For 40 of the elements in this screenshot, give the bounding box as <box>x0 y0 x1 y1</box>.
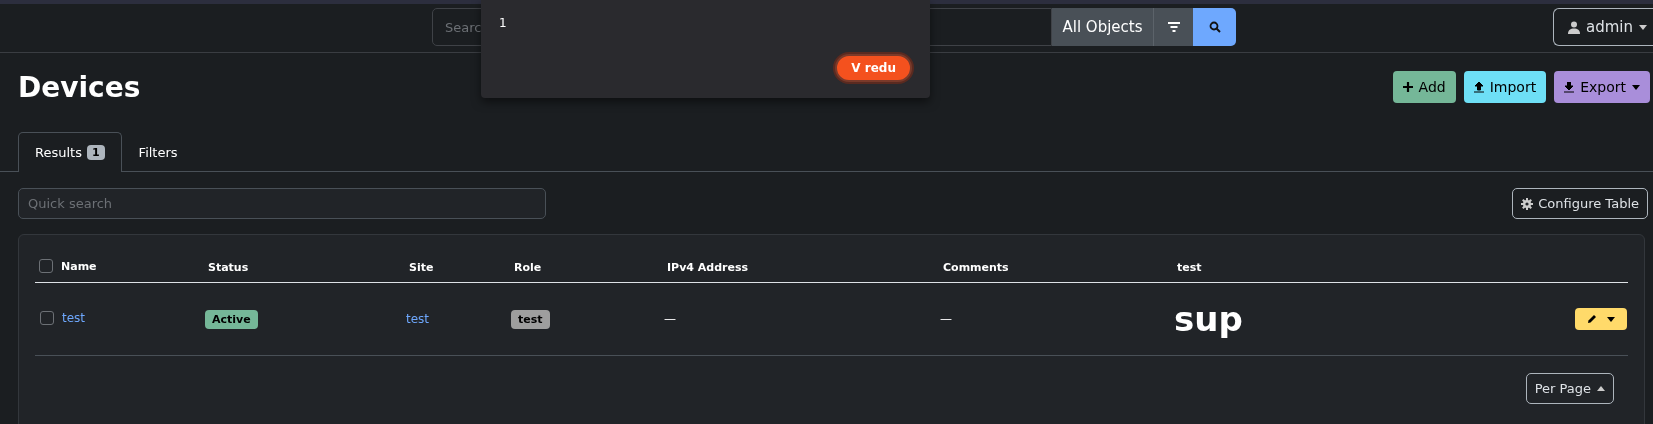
tab[interactable]: Results 1 <box>18 132 122 172</box>
status-badge: Active <box>205 310 258 329</box>
user-icon <box>1568 20 1580 34</box>
search-icon <box>1208 21 1221 33</box>
configure-table-button[interactable]: Configure Table <box>1512 188 1648 219</box>
column-header: Status <box>208 261 249 274</box>
column-header: test <box>1177 261 1202 274</box>
device-link[interactable]: test <box>62 310 86 325</box>
table-cell: sup <box>1174 299 1243 339</box>
gear-icon <box>1521 197 1534 210</box>
plus-icon <box>1402 82 1413 92</box>
add-button[interactable]: Add <box>1392 71 1456 103</box>
scope-button[interactable]: All Objects <box>1052 8 1153 46</box>
column-header: Site <box>409 261 434 274</box>
search-button[interactable] <box>1193 8 1236 46</box>
table-cell: — <box>664 312 676 326</box>
edit-button[interactable] <box>1575 308 1627 330</box>
filter-icon <box>1166 21 1181 33</box>
user-menu-button[interactable]: admin <box>1553 8 1653 46</box>
pencil-icon <box>1587 314 1597 324</box>
role-badge: test <box>511 310 550 329</box>
filter-button[interactable] <box>1153 8 1193 46</box>
per-page-button[interactable]: Per Page <box>1525 373 1614 404</box>
page-title: Devices <box>18 70 141 104</box>
dialog-message: 1 <box>499 16 508 30</box>
row-checkbox[interactable] <box>40 310 54 325</box>
quick-search-field[interactable]: Quick search <box>18 188 546 219</box>
count-badge: 1 <box>86 145 105 160</box>
column-header: Comments <box>943 261 1009 274</box>
table-cell: — <box>940 312 952 326</box>
select-all-checkbox[interactable] <box>39 259 53 273</box>
upload-icon <box>1473 81 1484 93</box>
column-header: Name <box>61 259 97 273</box>
export-button[interactable]: Export <box>1554 71 1650 103</box>
column-header: Role <box>514 261 542 274</box>
tab[interactable]: Filters <box>121 132 195 172</box>
import-button[interactable]: Import <box>1463 71 1547 103</box>
download-icon <box>1564 81 1575 93</box>
site-link[interactable]: test <box>406 312 430 326</box>
column-header: IPv4 Address <box>667 261 749 274</box>
